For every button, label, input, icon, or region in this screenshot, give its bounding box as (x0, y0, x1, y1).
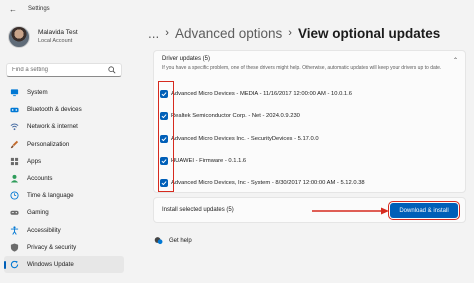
page-title: View optional updates (297, 25, 441, 41)
sidebar-item-accessibility[interactable]: Accessibility (4, 222, 124, 239)
chevron-up-icon[interactable]: ⌃ (453, 57, 458, 64)
apps-icon (10, 157, 19, 166)
driver-item[interactable]: Advanced Micro Devices Inc. - SecurityDe… (160, 132, 460, 146)
profile-name: Malavida Test (38, 29, 78, 36)
chevron-right-icon: › (288, 27, 292, 39)
sidebar-item-system[interactable]: System (4, 84, 124, 101)
back-arrow-icon[interactable]: ← (8, 4, 18, 14)
sidebar-item-label: Apps (27, 157, 42, 165)
sidebar-item-label: System (27, 89, 48, 97)
driver-label: Advanced Micro Devices, Inc - System - 8… (171, 180, 365, 186)
driver-item[interactable]: Advanced Micro Devices, Inc - System - 8… (160, 176, 460, 190)
driver-updates-description: If you have a specific problem, one of t… (162, 65, 442, 71)
gamepad-icon (10, 208, 19, 217)
get-help-link[interactable]: Get help (154, 236, 192, 245)
search-input[interactable] (12, 67, 107, 73)
sidebar-item-label: Personalization (27, 140, 70, 148)
driver-label: Advanced Micro Devices Inc. - SecurityDe… (171, 136, 319, 142)
checkbox-checked[interactable] (160, 157, 168, 165)
driver-updates-panel: Driver updates (5) ⌃ If you have a speci… (153, 50, 466, 193)
sidebar-item-label: Bluetooth & devices (27, 106, 82, 114)
install-bar: Install selected updates (5) Download & … (153, 197, 466, 223)
driver-updates-title: Driver updates (5) (162, 56, 211, 62)
breadcrumb: ... › Advanced options › View optional u… (148, 22, 440, 44)
driver-label: Realtek Semiconductor Corp. - Net - 2024… (171, 113, 300, 119)
chevron-right-icon: › (165, 27, 169, 39)
arrow-right-icon (312, 207, 389, 215)
sidebar-item-personalization[interactable]: Personalization (4, 136, 124, 153)
person-icon (10, 174, 19, 183)
download-install-button[interactable]: Download & install (388, 201, 460, 220)
sidebar-item-gaming[interactable]: Gaming (4, 204, 124, 221)
checkbox-checked[interactable] (160, 112, 168, 120)
sidebar-item-bluetooth-devices[interactable]: Bluetooth & devices (4, 101, 124, 118)
sidebar-item-network[interactable]: Network & internet (4, 118, 124, 135)
checkbox-checked[interactable] (160, 179, 168, 187)
search-box[interactable] (6, 63, 122, 77)
sidebar-item-label: Time & language (27, 192, 74, 200)
wifi-icon (10, 122, 19, 131)
get-help-label: Get help (169, 237, 192, 244)
install-selected-text: Install selected updates (5) (162, 207, 234, 213)
globe-clock-icon (10, 191, 19, 200)
profile-subtitle: Local Account (38, 38, 73, 44)
sidebar-item-label: Windows Update (27, 260, 74, 268)
brush-icon (10, 140, 19, 149)
sidebar-item-time-language[interactable]: Time & language (4, 187, 124, 204)
driver-item[interactable]: Realtek Semiconductor Corp. - Net - 2024… (160, 109, 460, 123)
driver-label: Advanced Micro Devices - MEDIA - 11/16/2… (171, 91, 352, 97)
breadcrumb-ellipsis[interactable]: ... (148, 26, 159, 41)
sidebar-nav: System Bluetooth & devices Network & int… (4, 84, 124, 274)
sidebar-item-apps[interactable]: Apps (4, 153, 124, 170)
monitor-icon (10, 88, 19, 97)
driver-label: HUAWEI - Firmware - 0.1.1.6 (171, 158, 247, 164)
sidebar-item-label: Accessibility (27, 226, 61, 234)
sidebar-item-windows-update[interactable]: Windows Update (4, 255, 124, 274)
window-title: Settings (28, 6, 50, 12)
checkbox-checked[interactable] (160, 135, 168, 143)
update-icon (10, 260, 19, 269)
user-profile[interactable]: Malavida Test Local Account (8, 26, 78, 48)
breadcrumb-parent[interactable]: Advanced options (175, 26, 282, 41)
sidebar-item-accounts[interactable]: Accounts (4, 170, 124, 187)
sidebar: Malavida Test Local Account System Bluet… (0, 18, 130, 283)
checkbox-checked[interactable] (160, 90, 168, 98)
sidebar-item-label: Gaming (27, 209, 49, 217)
driver-item[interactable]: HUAWEI - Firmware - 0.1.1.6 (160, 154, 460, 168)
shield-icon (10, 243, 19, 252)
search-icon[interactable] (108, 66, 116, 74)
title-bar: ← Settings (0, 0, 474, 18)
accessibility-icon (10, 225, 19, 235)
sidebar-item-privacy-security[interactable]: Privacy & security (4, 239, 124, 256)
avatar (8, 26, 30, 48)
sidebar-item-label: Network & internet (27, 123, 78, 131)
driver-item[interactable]: Advanced Micro Devices - MEDIA - 11/16/2… (160, 87, 460, 101)
help-icon (154, 237, 163, 245)
sidebar-item-label: Accounts (27, 175, 53, 183)
sidebar-item-label: Privacy & security (27, 243, 77, 251)
bluetooth-icon (10, 105, 19, 114)
